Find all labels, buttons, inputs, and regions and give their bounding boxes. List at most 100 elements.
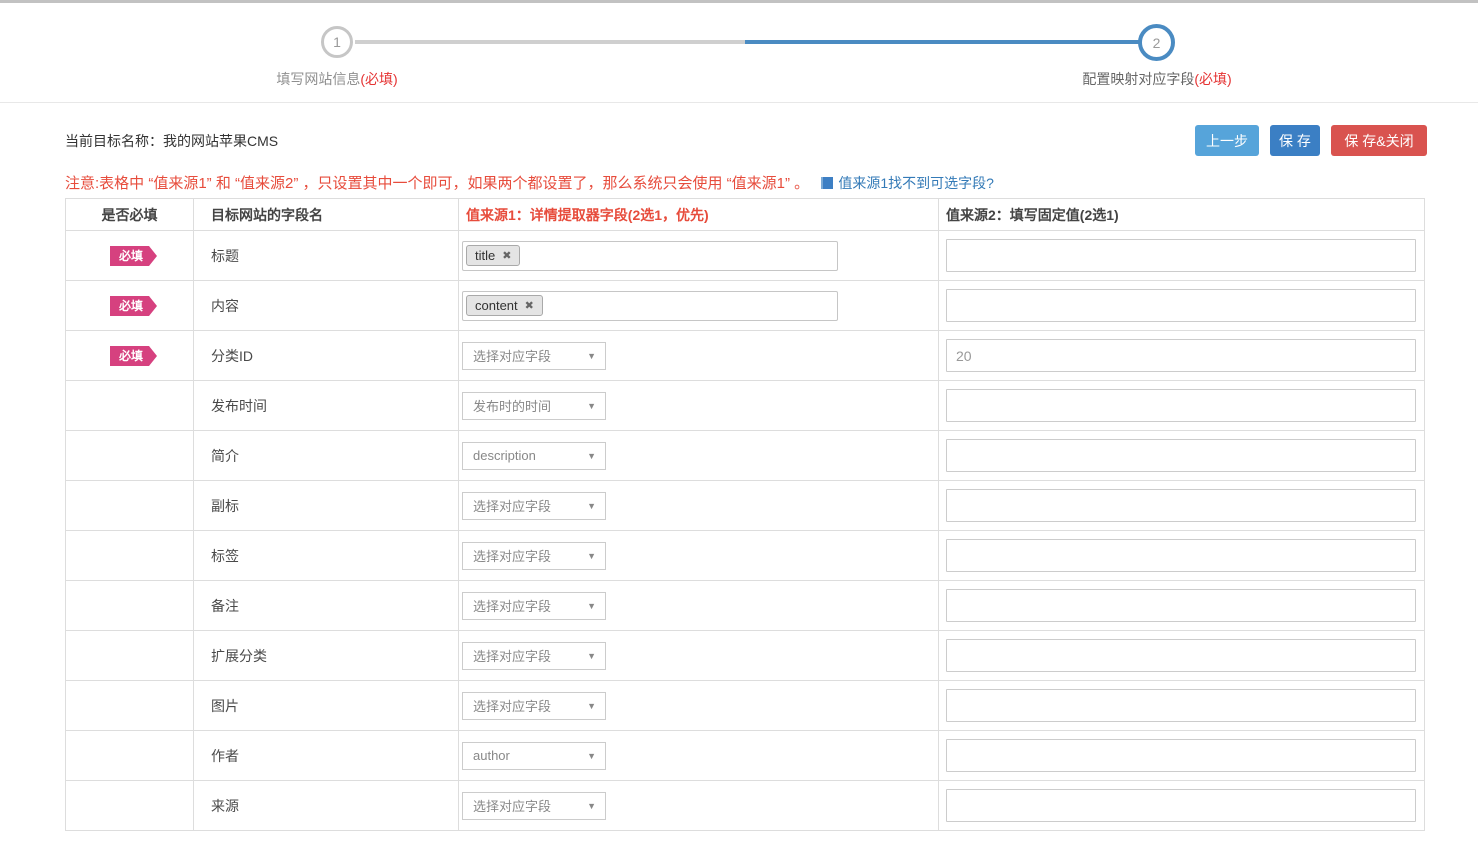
source2-cell xyxy=(939,381,1425,431)
column-header-fieldname: 目标网站的字段名 xyxy=(194,199,459,231)
extractor-field-select[interactable]: 选择对应字段 ▼ xyxy=(462,692,606,720)
extractor-field-select[interactable]: author ▼ xyxy=(462,742,606,770)
select-value: 选择对应字段 xyxy=(473,596,551,615)
select-value: 选择对应字段 xyxy=(473,546,551,565)
target-name-label: 当前目标名称： xyxy=(65,133,163,149)
table-row: 必填内容content✖ xyxy=(66,281,1425,331)
table-row: 发布时间发布时的时间▼ xyxy=(66,381,1425,431)
blue-square-icon xyxy=(821,177,833,189)
required-cell xyxy=(66,381,194,431)
tag-label: title xyxy=(475,248,495,263)
fixed-value-input[interactable] xyxy=(946,339,1416,372)
required-badge: 必填 xyxy=(110,246,149,266)
source1-cell: content✖ xyxy=(459,281,939,331)
fixed-value-input[interactable] xyxy=(946,639,1416,672)
field-name-label: 副标 xyxy=(194,481,459,531)
step-1-label: 填写网站信息(必填) xyxy=(217,69,457,89)
extractor-field-select[interactable]: 选择对应字段▼ xyxy=(462,342,606,370)
source2-cell xyxy=(939,531,1425,581)
extractor-field-select[interactable]: 选择对应字段 ▼ xyxy=(462,542,606,570)
source1-cell: title ✖ xyxy=(459,231,939,281)
source1-cell: description▼ xyxy=(459,431,939,481)
source2-cell xyxy=(939,731,1425,781)
fixed-value-input[interactable] xyxy=(946,539,1416,572)
table-row: 必填 分类ID选择对应字段▼ xyxy=(66,331,1425,381)
select-value: author xyxy=(473,748,510,763)
required-cell: 必填 xyxy=(66,231,194,281)
extractor-field-select[interactable]: 选择对应字段▼ xyxy=(462,642,606,670)
field-name-label: 简介 xyxy=(194,431,459,481)
toolbar: 当前目标名称：我的网站苹果CMS 上一步 保 存 保 存&关闭 xyxy=(65,125,1427,156)
field-name-label: 分类ID xyxy=(194,331,459,381)
select-value: 选择对应字段 xyxy=(473,346,551,365)
target-name-value: 我的网站苹果CMS xyxy=(163,133,278,149)
table-body: 必填标题title✖必填内容content✖必填分类ID选择对应字段▼发布时间发… xyxy=(66,231,1425,831)
source1-cell: 发布时的时间▼ xyxy=(459,381,939,431)
step-2-circle: 2 xyxy=(1138,24,1175,61)
source1-cell: 选择对应字段▼ xyxy=(459,631,939,681)
fixed-value-input[interactable] xyxy=(946,389,1416,422)
source1-cell: 选择对应字段▼ xyxy=(459,331,939,381)
remove-tag-icon[interactable]: ✖ xyxy=(525,299,534,312)
source1-help-link[interactable]: 值来源1找不到可选字段? xyxy=(821,175,994,191)
step-1-title: 填写网站信息 xyxy=(276,71,360,87)
wizard-stepper: 1 2 填写网站信息(必填) 配置映射对应字段(必填) xyxy=(0,3,1478,103)
fixed-value-input[interactable] xyxy=(946,739,1416,772)
fixed-value-input[interactable] xyxy=(946,289,1416,322)
extractor-field-select[interactable]: 发布时的时间▼ xyxy=(462,392,606,420)
required-cell xyxy=(66,481,194,531)
field-name-label: 扩展分类 xyxy=(194,631,459,681)
source1-cell: 选择对应字段 ▼ xyxy=(459,681,939,731)
extractor-field-select[interactable]: 选择对应字段 ▼ xyxy=(462,792,606,820)
table-row: 标签选择对应字段 ▼ xyxy=(66,531,1425,581)
source2-cell xyxy=(939,431,1425,481)
source1-cell: author ▼ xyxy=(459,731,939,781)
select-value: 选择对应字段 xyxy=(473,796,551,815)
table-row: 扩展分类选择对应字段▼ xyxy=(66,631,1425,681)
chevron-down-icon: ▼ xyxy=(587,501,596,511)
previous-step-button[interactable]: 上一步 xyxy=(1195,125,1259,156)
fixed-value-input[interactable] xyxy=(946,489,1416,522)
save-button[interactable]: 保 存 xyxy=(1270,125,1320,156)
field-name-label: 标签 xyxy=(194,531,459,581)
extractor-field-select[interactable]: description▼ xyxy=(462,442,606,470)
step-1-circle: 1 xyxy=(321,26,353,58)
column-header-source2: 值来源2：填写固定值(2选1) xyxy=(939,199,1425,231)
table-row: 副标选择对应字段▼ xyxy=(66,481,1425,531)
fixed-value-input[interactable] xyxy=(946,439,1416,472)
fixed-value-input[interactable] xyxy=(946,239,1416,272)
fixed-value-input[interactable] xyxy=(946,589,1416,622)
extractor-field-tags-input[interactable]: content✖ xyxy=(462,291,838,321)
required-cell xyxy=(66,531,194,581)
fixed-value-input[interactable] xyxy=(946,689,1416,722)
chevron-down-icon: ▼ xyxy=(587,801,596,811)
required-badge: 必填 xyxy=(110,346,149,366)
source2-cell xyxy=(939,581,1425,631)
field-name-label: 来源 xyxy=(194,781,459,831)
column-header-required: 是否必填 xyxy=(66,199,194,231)
extractor-field-select[interactable]: 选择对应字段▼ xyxy=(462,492,606,520)
chevron-down-icon: ▼ xyxy=(587,551,596,561)
chevron-down-icon: ▼ xyxy=(587,751,596,761)
help-link-text: 值来源1找不到可选字段? xyxy=(838,175,994,191)
selected-field-tag: title ✖ xyxy=(466,245,520,266)
remove-tag-icon[interactable]: ✖ xyxy=(502,249,511,262)
fixed-value-input[interactable] xyxy=(946,789,1416,822)
selected-field-tag: content✖ xyxy=(466,295,543,316)
extractor-field-tags-input[interactable]: title ✖ xyxy=(462,241,838,271)
select-value: 选择对应字段 xyxy=(473,696,551,715)
save-and-close-button[interactable]: 保 存&关闭 xyxy=(1331,125,1427,156)
notice-text: 注意:表格中 “值来源1” 和 “值来源2” ，只设置其中一个即可，如果两个都设… xyxy=(65,175,809,192)
table-row: 备注选择对应字段▼ xyxy=(66,581,1425,631)
extractor-field-select[interactable]: 选择对应字段▼ xyxy=(462,592,606,620)
stepper-line-active xyxy=(745,40,1139,44)
source2-cell xyxy=(939,331,1425,381)
table-row: 简介description▼ xyxy=(66,431,1425,481)
required-cell xyxy=(66,431,194,481)
select-value: 选择对应字段 xyxy=(473,646,551,665)
chevron-down-icon: ▼ xyxy=(587,701,596,711)
field-mapping-table: 是否必填 目标网站的字段名 值来源1：详情提取器字段(2选1，优先) 值来源2：… xyxy=(65,198,1425,831)
source2-cell xyxy=(939,481,1425,531)
source2-cell xyxy=(939,631,1425,681)
source2-cell xyxy=(939,281,1425,331)
